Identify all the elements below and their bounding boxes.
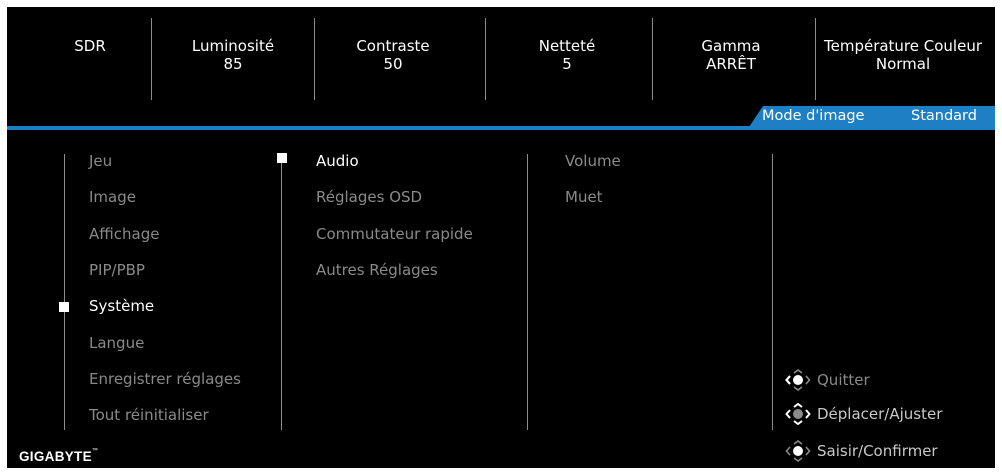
- header-divider: [652, 18, 653, 100]
- gigabyte-logo: GIGABYTE™: [19, 448, 99, 464]
- header-divider: [485, 18, 486, 100]
- hint-move-adjust-label: Déplacer/Ajuster: [817, 405, 943, 423]
- submenu-item-quick-switch[interactable]: Commutateur rapide: [316, 225, 473, 243]
- color-temperature-value: Normal: [875, 55, 931, 73]
- picture-mode-label: Mode d'image: [762, 108, 865, 124]
- sharpness-value: 5: [562, 55, 572, 73]
- menu-item-game[interactable]: Jeu: [89, 152, 112, 170]
- header-sdr[interactable]: SDR: [55, 37, 125, 55]
- joystick-move-icon: [785, 403, 811, 425]
- menu-item-picture[interactable]: Image: [89, 188, 136, 206]
- submenu-item-osd-settings[interactable]: Réglages OSD: [316, 188, 422, 206]
- trademark-mark: ™: [91, 448, 99, 454]
- selection-indicator: [277, 153, 287, 163]
- menu-item-reset-all[interactable]: Tout réinitialiser: [89, 406, 209, 424]
- column-divider: [281, 154, 282, 430]
- osd-window: SDR Luminosité 85 Contraste 50 Netteté 5…: [7, 7, 995, 468]
- logo-text: GIGABYTE: [19, 449, 92, 464]
- header-sharpness[interactable]: Netteté 5: [507, 37, 627, 73]
- hint-exit-label: Quitter: [817, 371, 870, 389]
- header-gamma[interactable]: Gamma ARRÊT: [671, 37, 791, 73]
- submenu-item-other-settings[interactable]: Autres Réglages: [316, 261, 438, 279]
- selection-indicator: [59, 302, 69, 312]
- header-color-temperature[interactable]: Température Couleur Normal: [813, 37, 993, 73]
- hint-enter-confirm-label: Saisir/Confirmer: [817, 442, 938, 460]
- menu-item-system[interactable]: Système: [89, 297, 154, 315]
- header-divider: [314, 18, 315, 100]
- brightness-value: 85: [223, 55, 243, 73]
- menu-item-language[interactable]: Langue: [89, 334, 144, 352]
- submenu-item-audio[interactable]: Audio: [316, 152, 359, 170]
- contrast-label: Contraste: [356, 37, 430, 55]
- column-divider: [772, 154, 773, 430]
- joystick-press-icon: [785, 440, 811, 462]
- sharpness-label: Netteté: [538, 37, 596, 55]
- menu-item-save-settings[interactable]: Enregistrer réglages: [89, 370, 241, 388]
- joystick-left-icon: [785, 369, 811, 391]
- contrast-value: 50: [383, 55, 403, 73]
- gamma-value: ARRÊT: [706, 55, 756, 73]
- picture-mode-tab[interactable]: Mode d'image Standard: [749, 106, 995, 127]
- header-contrast[interactable]: Contraste 50: [333, 37, 453, 73]
- header-brightness[interactable]: Luminosité 85: [173, 37, 293, 73]
- color-temperature-label: Température Couleur: [823, 37, 982, 55]
- menu-item-display[interactable]: Affichage: [89, 225, 159, 243]
- column-divider: [527, 154, 528, 430]
- header-sdr-label: SDR: [74, 37, 106, 55]
- audio-item-mute[interactable]: Muet: [565, 188, 603, 206]
- accent-divider: [7, 126, 995, 130]
- header-divider: [151, 18, 152, 100]
- gamma-label: Gamma: [701, 37, 761, 55]
- picture-mode-value: Standard: [911, 108, 977, 124]
- brightness-label: Luminosité: [191, 37, 275, 55]
- audio-item-volume[interactable]: Volume: [565, 152, 621, 170]
- menu-item-pip-pbp[interactable]: PIP/PBP: [89, 261, 145, 279]
- column-divider: [64, 154, 65, 430]
